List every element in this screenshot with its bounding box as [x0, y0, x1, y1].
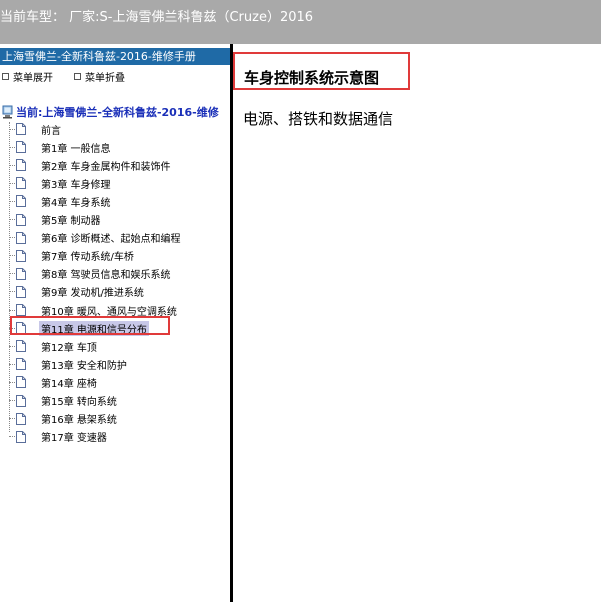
expand-menu-button[interactable]: 菜单展开	[2, 69, 53, 84]
current-model-title: 当前车型： 厂家:S-上海雪佛兰科鲁兹（Cruze）2016	[0, 10, 314, 25]
tree-item-label: 第2章 车身金属构件和装饰件	[41, 161, 171, 173]
tree-connector	[9, 436, 15, 438]
tree-item-label: 第14章 座椅	[41, 378, 97, 390]
tree-connector	[9, 182, 15, 184]
document-icon	[16, 412, 26, 425]
tree-item-label: 第17章 变速器	[41, 433, 107, 445]
collapse-menu-label: 菜单折叠	[85, 73, 125, 84]
document-icon	[16, 358, 26, 371]
tree-item-label: 第12章 车顶	[41, 342, 97, 354]
tree-item-label: 第4章 车身系统	[41, 197, 111, 209]
tree-connector	[9, 418, 15, 420]
document-icon	[16, 267, 26, 280]
document-icon	[16, 322, 26, 335]
tree-item-label: 第11章 电源和信号分布	[39, 320, 149, 336]
document-icon	[16, 231, 26, 244]
tree-item-label: 第3章 车身修理	[41, 179, 111, 191]
tree-item-label: 第7章 传动系统/车桥	[41, 252, 134, 264]
tree-item[interactable]: 第1章 一般信息	[9, 138, 113, 156]
document-icon	[16, 141, 26, 154]
document-icon	[16, 340, 26, 353]
document-icon	[16, 376, 26, 389]
tree-item-label: 第13章 安全和防护	[41, 360, 127, 372]
tree-connector	[9, 400, 15, 401]
document-icon	[16, 304, 26, 316]
tree-connector	[9, 345, 15, 347]
tree-item[interactable]: 第15章 转向系统	[9, 392, 119, 410]
tree-item[interactable]: 第13章 安全和防护	[9, 355, 129, 373]
content-panel: 车身控制系统示意图 电源、搭铁和数据通信	[233, 44, 601, 602]
tree-item-label: 第10章 暖风、通风与空调系统	[41, 306, 177, 318]
tree-item[interactable]: 第11章 电源和信号分布	[9, 319, 149, 337]
tree-connector	[9, 146, 15, 148]
document-icon	[16, 394, 26, 407]
document-icon	[16, 159, 26, 172]
tree-item-label: 第9章 发动机/推进系统	[41, 288, 144, 300]
tree-connector	[9, 164, 15, 166]
document-icon	[16, 285, 26, 298]
tree-item[interactable]: 前言	[9, 120, 63, 138]
document-icon	[16, 249, 26, 262]
tree-item[interactable]: 第3章 车身修理	[9, 174, 113, 192]
tree-connector	[9, 219, 15, 220]
expand-menu-label: 菜单展开	[13, 73, 53, 84]
tree-connector	[9, 128, 15, 130]
document-icon	[16, 430, 26, 443]
tree-connector	[9, 255, 15, 257]
tree-item[interactable]: 第17章 变速器	[9, 428, 109, 446]
title-bar: 当前车型： 厂家:S-上海雪佛兰科鲁兹（Cruze）2016	[0, 0, 601, 44]
tree-item[interactable]: 第9章 发动机/推进系统	[9, 283, 146, 301]
tree-item[interactable]: 第5章 制动器	[9, 211, 103, 229]
tree-item-label: 第6章 诊断概述、起始点和编程	[41, 234, 181, 246]
collapse-icon	[74, 73, 81, 80]
tree-toolbar: 菜单展开 菜单折叠	[0, 69, 230, 85]
tree-item[interactable]: 第8章 驾驶员信息和娱乐系统	[9, 265, 173, 283]
tree-connector	[9, 273, 15, 275]
document-icon	[16, 195, 26, 208]
document-icon	[16, 177, 26, 190]
tree-connector	[9, 291, 15, 293]
tree-item[interactable]: 第4章 车身系统	[9, 192, 113, 210]
tree-item[interactable]: 第10章 暖风、通风与空调系统	[9, 301, 179, 319]
tree-item-label: 第15章 转向系统	[41, 397, 117, 408]
tree-item-label: 第5章 制动器	[41, 216, 101, 227]
diagram-title: 车身控制系统示意图	[244, 69, 380, 87]
tree-item[interactable]: 第16章 悬架系统	[9, 410, 119, 428]
tree-item[interactable]: 第2章 车身金属构件和装饰件	[9, 156, 173, 174]
tree-connector	[9, 200, 15, 202]
tree-root[interactable]: 当前:上海雪佛兰-全新科鲁兹-2016-维修	[2, 104, 219, 120]
collapse-menu-button[interactable]: 菜单折叠	[74, 69, 125, 84]
computer-icon	[2, 105, 13, 119]
tree-item-label: 第1章 一般信息	[41, 143, 111, 155]
diagram-subtitle: 电源、搭铁和数据通信	[243, 110, 394, 128]
tree-item[interactable]: 第14章 座椅	[9, 373, 99, 391]
tree-item[interactable]: 第7章 传动系统/车桥	[9, 247, 136, 265]
tree-item-label: 前言	[41, 125, 61, 137]
document-icon	[16, 123, 26, 135]
document-icon	[16, 213, 26, 226]
tree-connector	[9, 309, 15, 311]
tree-item[interactable]: 第6章 诊断概述、起始点和编程	[9, 229, 183, 247]
tree-connector	[9, 327, 15, 329]
manual-title: 上海雪佛兰-全新科鲁兹-2016-维修手册	[0, 48, 230, 65]
tree-root-label: 当前:上海雪佛兰-全新科鲁兹-2016-维修	[16, 106, 219, 119]
tree-item-label: 第8章 驾驶员信息和娱乐系统	[41, 270, 171, 282]
tree-connector	[9, 363, 15, 365]
tree-connector	[9, 237, 15, 239]
left-panel: 上海雪佛兰-全新科鲁兹-2016-维修手册 菜单展开 菜单折叠 当前:上海雪佛兰…	[0, 44, 230, 602]
tree-item[interactable]: 第12章 车顶	[9, 337, 99, 355]
tree-item-label: 第16章 悬架系统	[41, 415, 117, 427]
expand-icon	[2, 73, 9, 80]
tree-connector	[9, 381, 15, 383]
